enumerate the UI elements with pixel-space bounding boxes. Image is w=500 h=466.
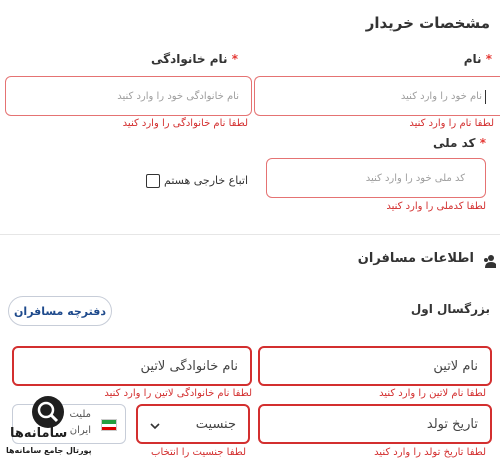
text-cursor (485, 90, 486, 104)
last-name-label: * نام خانوادگی (150, 52, 238, 66)
latin-last-name-placeholder: نام خانوادگی لاتین (140, 359, 239, 374)
national-code-input[interactable]: کد ملی خود را وارد کنید (266, 158, 486, 198)
required-mark: * (479, 136, 486, 150)
gender-error: لطفا جنسیت را انتخاب (151, 447, 246, 458)
checkbox-box[interactable] (146, 174, 160, 188)
birth-date-error: لطفا تاریخ تولد را وارد کنید (374, 447, 486, 458)
national-code-error: لطفا کدملی را وارد کنید (386, 201, 486, 212)
first-name-input[interactable]: نام خود را وارد کنید (254, 76, 500, 116)
latin-first-name-placeholder: نام لاتین (433, 359, 478, 374)
iran-flag-icon (101, 419, 117, 431)
first-name-error: لطفا نام را وارد کنید (409, 118, 494, 129)
section-divider (0, 234, 500, 235)
latin-last-name-error: لطفا نام خانوادگی لاتین را وارد کنید (104, 388, 252, 399)
birth-date-placeholder: تاریخ تولد (426, 417, 478, 432)
latin-last-name-input[interactable]: نام خانوادگی لاتین (12, 346, 252, 386)
adult-label: بزرگسال اول (410, 302, 490, 316)
latin-first-name-error: لطفا نام لاتین را وارد کنید (379, 388, 486, 399)
national-code-placeholder: کد ملی خود را وارد کنید (365, 173, 465, 184)
latin-first-name-input[interactable]: نام لاتین (258, 346, 492, 386)
first-name-placeholder: نام خود را وارد کنید (400, 91, 482, 102)
last-name-placeholder: نام خانوادگی خود را وارد کنید (117, 91, 239, 102)
required-mark: * (485, 52, 492, 66)
buyer-section-title: مشخصات خریدار (365, 14, 490, 32)
first-name-label: * نام (463, 52, 492, 66)
passenger-book-button[interactable]: دفترچه مسافران (8, 296, 112, 326)
logo-tagline: پورتال جامع سامانه‌ها (6, 446, 92, 455)
birth-date-input[interactable]: تاریخ تولد (258, 404, 492, 444)
users-icon (482, 253, 497, 272)
national-code-label: * کد ملی (432, 136, 486, 150)
gender-select[interactable]: جنسیت (136, 404, 250, 444)
logo-brand-text: سامانه‌ها (10, 426, 68, 441)
foreign-national-label: اتباع خارجی هستم (164, 174, 249, 187)
last-name-error: لطفا نام خانوادگی را وارد کنید (122, 118, 248, 129)
last-name-input[interactable]: نام خانوادگی خود را وارد کنید (5, 76, 252, 116)
gender-placeholder: جنسیت (195, 417, 236, 432)
foreign-national-checkbox[interactable] (146, 174, 160, 188)
chevron-down-icon (150, 417, 160, 436)
passengers-section-title: اطلاعات مسافران (357, 251, 474, 266)
search-icon (32, 396, 64, 428)
samaneha-logo: سامانه‌ها پورتال جامع سامانه‌ها (4, 396, 92, 460)
required-mark: * (231, 52, 238, 66)
